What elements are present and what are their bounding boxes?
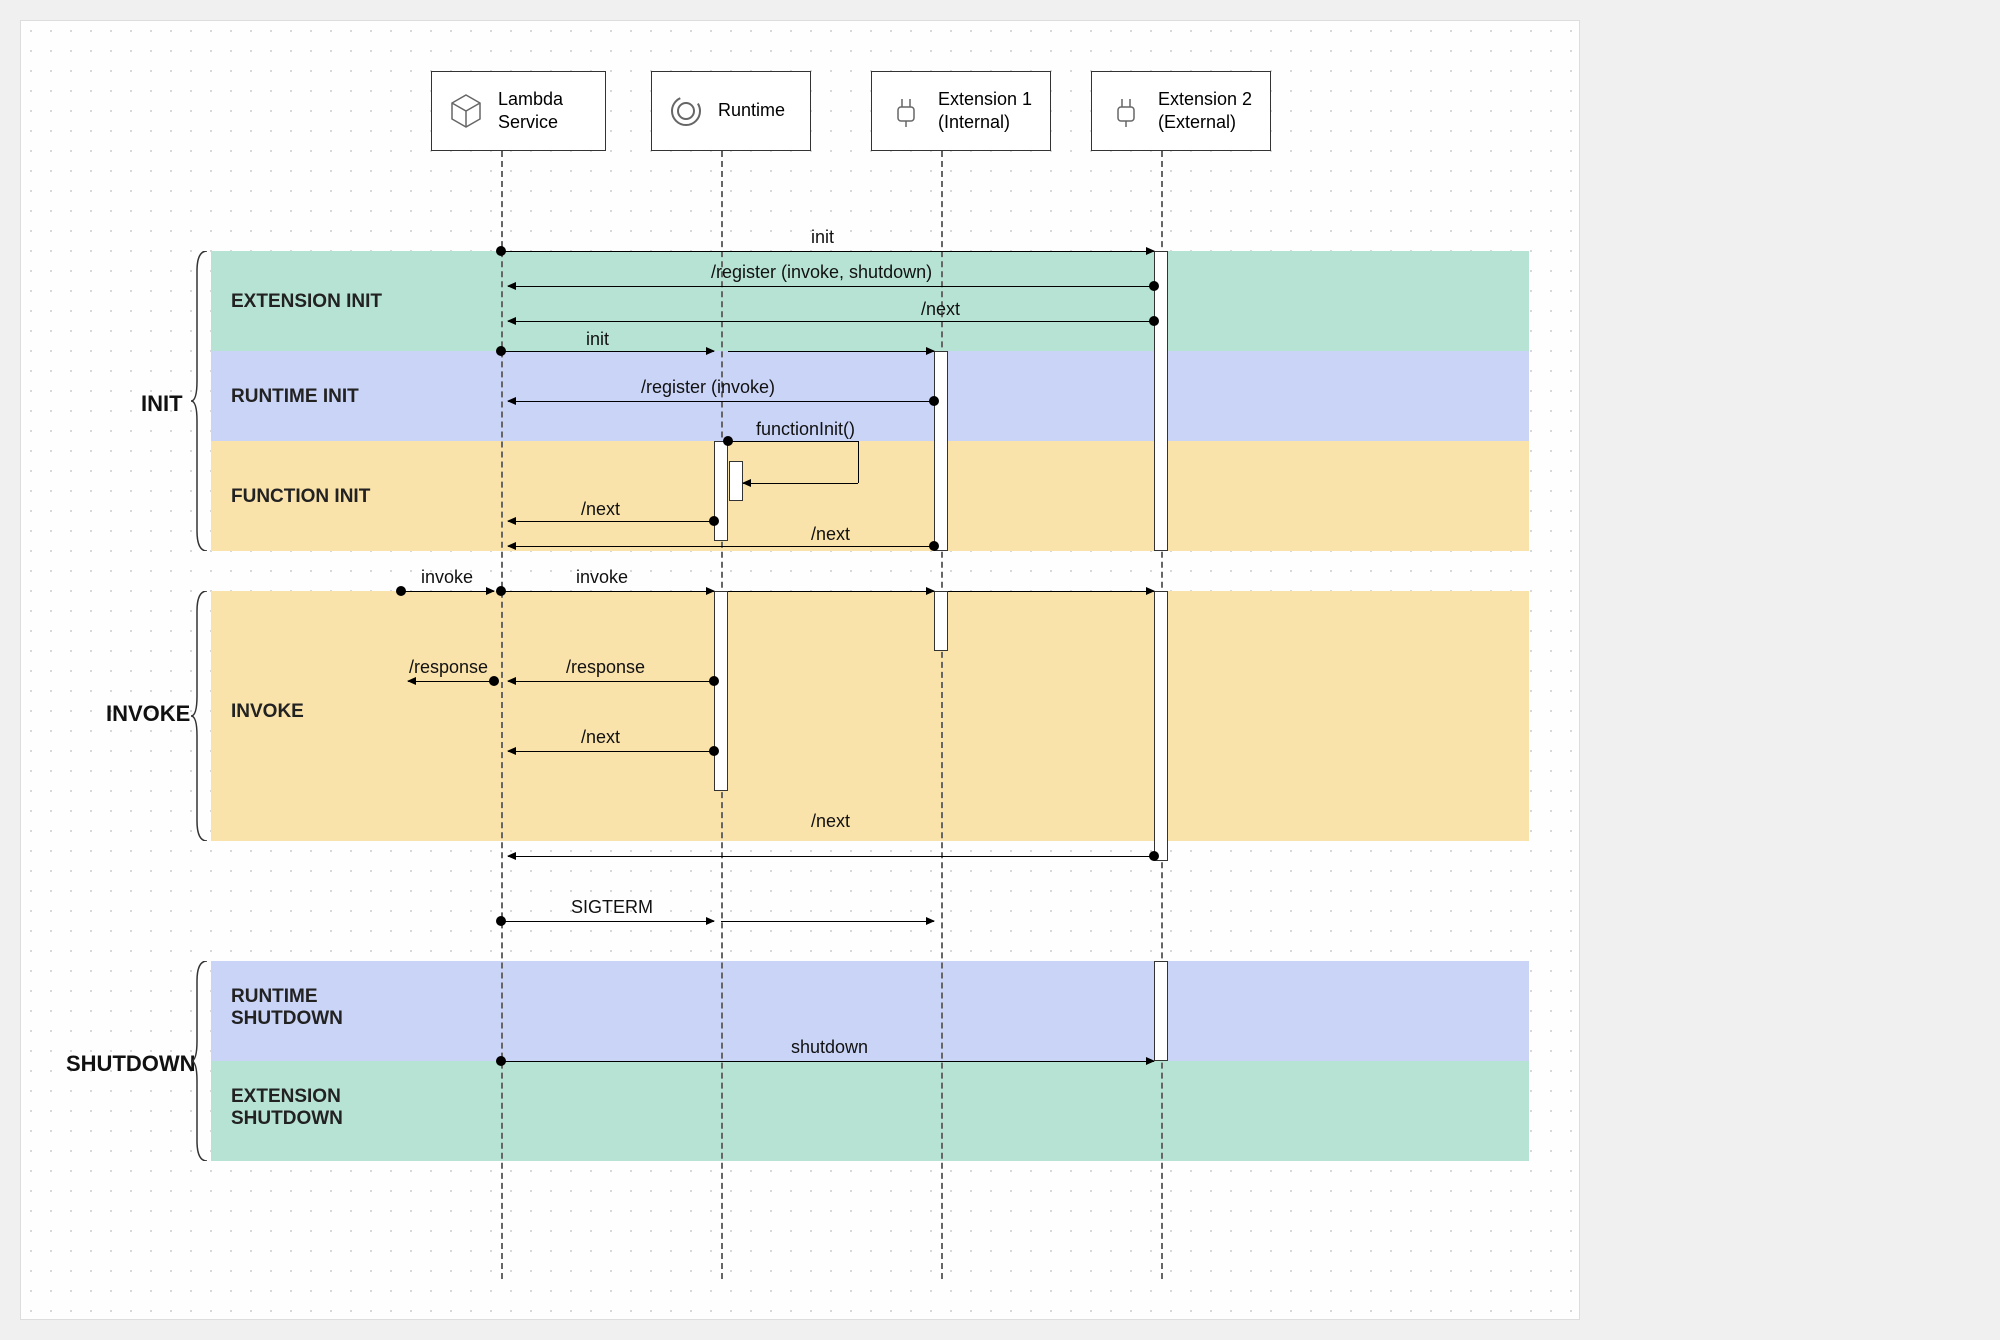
phase-extension-shutdown [211,1061,1529,1161]
msg-arrow [948,591,1154,592]
msg-dot [489,676,499,686]
activation-runtime-nested [729,461,743,501]
msg-arrow [508,401,934,402]
msg-label: invoke [576,567,628,588]
msg-dot [929,396,939,406]
group-label-invoke: INVOKE [106,701,190,727]
msg-label: /next [581,727,620,748]
brace-icon [191,961,211,1161]
msg-label: functionInit() [756,419,855,440]
msg-arrow [508,321,1154,322]
msg-arrow [501,921,714,922]
msg-dot [396,586,406,596]
actor-extension-1: Extension 1 (Internal) [871,71,1051,151]
activation-ext1-b [934,591,948,651]
msg-dot [709,516,719,526]
msg-arrow [743,483,858,484]
phase-label: RUNTIME INIT [231,386,359,408]
phase-runtime-init [211,351,1529,441]
msg-arrow [728,351,934,352]
group-label-init: INIT [141,391,183,417]
msg-dot [496,346,506,356]
msg-dot [723,436,733,446]
msg-arrow [501,351,714,352]
msg-arrow [501,591,714,592]
msg-label: /next [811,811,850,832]
actor-label: Extension 1 (Internal) [938,88,1032,135]
msg-label: invoke [421,567,473,588]
plug-icon [1106,91,1146,131]
activation-runtime-b [714,591,728,791]
msg-label: SIGTERM [571,897,653,918]
brace-icon [191,591,211,841]
msg-dot [496,246,506,256]
plug-icon [886,91,926,131]
phase-label: EXTENSION SHUTDOWN [231,1086,343,1130]
msg-dot [1149,851,1159,861]
actor-runtime: Runtime [651,71,811,151]
msg-arrow [508,856,1154,857]
msg-arrow [728,591,934,592]
sequence-diagram: Lambda Service Runtime Extension 1 (Inte… [20,20,1580,1320]
msg-label: /next [581,499,620,520]
msg-dot [709,676,719,686]
msg-dot [496,1056,506,1066]
msg-dot [1149,316,1159,326]
activation-ext2-b [1154,591,1168,861]
msg-label: /response [409,657,488,678]
msg-dot [496,916,506,926]
msg-arrow [401,591,494,592]
activation-ext2 [1154,251,1168,551]
msg-arrow [508,546,934,547]
msg-label: init [811,227,834,248]
phase-label: INVOKE [231,701,304,723]
msg-label: /register (invoke) [641,377,775,398]
msg-arrow [508,751,714,752]
msg-arrow [408,681,494,682]
phase-function-init [211,441,1529,551]
lifeline-lambda [501,151,503,1279]
msg-label: /next [811,524,850,545]
msg-arrow [508,521,714,522]
msg-arrow [858,441,859,483]
phase-runtime-shutdown [211,961,1529,1061]
msg-label: /register (invoke, shutdown) [711,262,932,283]
msg-arrow [721,921,934,922]
msg-label: /next [921,299,960,320]
activation-ext1 [934,351,948,551]
group-label-shutdown: SHUTDOWN [66,1051,196,1077]
actor-label: Lambda Service [498,88,563,135]
actor-lambda-service: Lambda Service [431,71,606,151]
msg-arrow [501,1061,1154,1062]
actor-label: Runtime [718,99,785,122]
msg-dot [1149,281,1159,291]
msg-dot [929,541,939,551]
cube-icon [446,91,486,131]
brace-icon [191,251,211,551]
msg-dot [709,746,719,756]
msg-arrow [728,441,858,442]
phase-label: RUNTIME SHUTDOWN [231,986,343,1030]
phase-label: EXTENSION INIT [231,291,382,313]
actor-extension-2: Extension 2 (External) [1091,71,1271,151]
msg-arrow [501,251,1154,252]
activation-ext2-c [1154,961,1168,1061]
msg-label: shutdown [791,1037,868,1058]
msg-label: init [586,329,609,350]
spinner-icon [666,91,706,131]
actor-label: Extension 2 (External) [1158,88,1252,135]
msg-dot [496,586,506,596]
msg-label: /response [566,657,645,678]
msg-arrow [508,286,1154,287]
phase-invoke [211,591,1529,841]
activation-runtime-a [714,441,728,541]
phase-label: FUNCTION INIT [231,486,370,508]
msg-arrow [508,681,714,682]
